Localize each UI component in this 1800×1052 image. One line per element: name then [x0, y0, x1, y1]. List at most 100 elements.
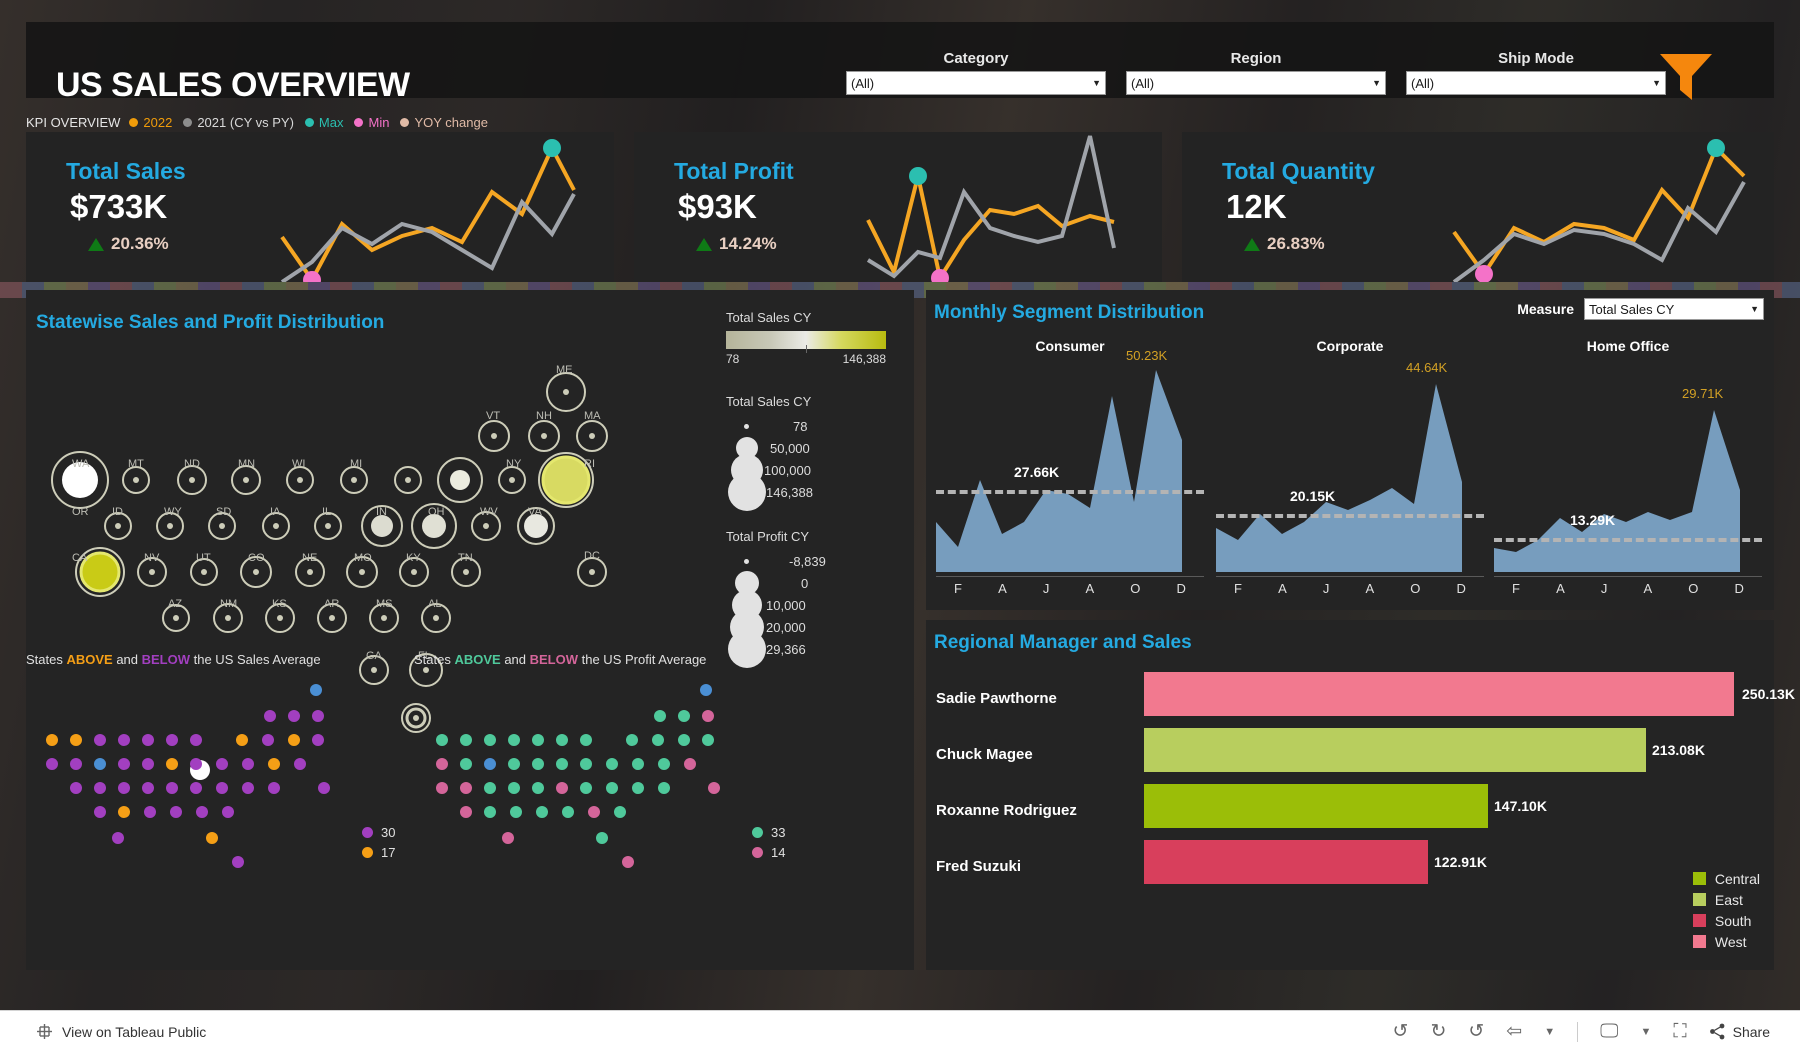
sales-dot-legend: 30 17 [362, 822, 395, 862]
state-label-ma: MA [584, 410, 601, 422]
segment-peak-label: 50.23K [1126, 348, 1168, 363]
filter-ship-mode-label: Ship Mode [1498, 50, 1574, 67]
monthly-segment-panel: Monthly Segment Distribution Measure Tot… [926, 290, 1774, 610]
state-label-ia: IA [270, 506, 281, 518]
sales-dot-map-svg [46, 684, 330, 868]
legend-label-yoy: YOY change [414, 114, 488, 130]
chevron-down-icon[interactable]: ▼ [1544, 1026, 1555, 1038]
revert-icon[interactable]: ↺ [1468, 1020, 1484, 1043]
trend-up-icon [696, 237, 712, 251]
legend-dot-yoy [400, 117, 410, 127]
segment-home-office[interactable]: Home Office 13.29K 29.71K F A J A O D [1494, 338, 1762, 596]
size-legend-row: 146,388 [726, 473, 906, 511]
caption-mid: and [500, 652, 530, 667]
state-label-in: IN [376, 506, 387, 518]
kpi-title: Total Quantity [1222, 158, 1375, 184]
redo-icon[interactable]: ↻ [1430, 1020, 1446, 1043]
regional-manager-panel: Regional Manager and Sales Sadie Pawthor… [926, 620, 1795, 970]
max-point [909, 167, 927, 185]
month-tick: O [1410, 581, 1421, 596]
legend-label: Central [1714, 870, 1760, 887]
month-axis: F A J A O D [1494, 576, 1762, 596]
legend-row: 33 [752, 822, 785, 842]
toolbar-divider [1577, 1021, 1579, 1042]
profit-average-dot-map[interactable]: 33 14 [422, 672, 792, 902]
average-reference-line [1216, 514, 1484, 518]
dashboard-header: US SALES OVERVIEW Category (All) ▼ Regio… [26, 22, 1774, 104]
refresh-icon[interactable]: ⇦ [1506, 1020, 1522, 1043]
legend-row: South [1692, 910, 1760, 931]
kpi-card-total-quantity[interactable]: Total Quantity 12K 26.83% [1182, 132, 1774, 282]
legend-dot-2022 [129, 117, 139, 127]
filter-category-select[interactable]: (All) ▼ [846, 71, 1106, 95]
size-legend-row: 78 [726, 415, 906, 437]
kpi-value: $733K [70, 188, 168, 225]
state-label-ga: GA [366, 650, 382, 662]
device-icon[interactable]: 🖵 [1600, 1021, 1618, 1043]
month-tick: D [1734, 581, 1744, 596]
state-label-az: AZ [168, 598, 183, 610]
view-label: View on Tableau Public [62, 1023, 207, 1040]
segment-panel-title: Monthly Segment Distribution [934, 302, 1205, 323]
state-label-co: CO [248, 552, 265, 564]
average-reference-line [936, 490, 1204, 494]
month-tick: D [1456, 581, 1466, 596]
segment-average-label: 13.29K [1570, 512, 1616, 528]
sales-average-dot-map[interactable]: 30 17 [32, 672, 402, 902]
measure-select[interactable]: Total Sales CY ▼ [1584, 298, 1764, 320]
color-legend-min: 78 [726, 352, 740, 366]
legend-label-2022: 2022 [143, 114, 173, 130]
state-label-mo: MO [354, 552, 372, 564]
filter-ship-mode-select[interactable]: (All) ▼ [1406, 71, 1666, 95]
month-tick: F [954, 581, 962, 596]
kpi-card-total-sales[interactable]: Total Sales $733K 20.36% [26, 132, 614, 282]
color-legend-max: 146,388 [842, 352, 886, 366]
size-legend-value: 29,366 [766, 641, 806, 657]
filter-region: Region (All) ▼ [1126, 50, 1386, 95]
state-label-wv: WV [480, 506, 498, 518]
month-tick: D [1176, 581, 1186, 596]
kpi-card-total-profit[interactable]: Total Profit $93K 14.24% [634, 132, 1162, 282]
month-tick: A [1278, 581, 1287, 596]
segment-consumer[interactable]: Consumer 27.66K 50.23K F A J A O D [936, 338, 1204, 596]
month-tick: O [1688, 581, 1699, 596]
table-row[interactable]: Roxanne Rodriguez 147.10K [936, 784, 1756, 840]
legend-label: South [1714, 912, 1752, 929]
filter-category-value: (All) [851, 75, 875, 91]
view-on-tableau-public[interactable]: View on Tableau Public [36, 1023, 206, 1040]
state-label-wa: WA [72, 458, 90, 470]
fullscreen-icon[interactable]: ⛶ [1673, 1021, 1686, 1043]
share-button[interactable]: Share [1709, 1023, 1770, 1040]
legend-dot-above [752, 826, 763, 838]
color-legend-gradient [726, 331, 886, 353]
table-row[interactable]: Sadie Pawthorne 250.13K [936, 672, 1795, 728]
state-label-nm: NM [220, 598, 238, 610]
profit-dot-map-svg [436, 684, 720, 868]
swatch-central [1692, 872, 1706, 885]
month-tick: A [1556, 581, 1565, 596]
legend-row: 14 [752, 842, 785, 862]
chevron-down-icon[interactable]: ▼ [1640, 1026, 1651, 1038]
chevron-down-icon: ▼ [1372, 78, 1381, 88]
undo-icon[interactable]: ↺ [1393, 1020, 1409, 1043]
table-row[interactable]: Chuck Magee 213.08K [936, 728, 1756, 784]
segment-name: Corporate [1316, 338, 1384, 354]
month-axis: F A J A O D [936, 576, 1204, 596]
filter-region-label: Region [1230, 50, 1282, 67]
state-label-wy: WY [164, 506, 182, 518]
month-tick: A [1085, 581, 1095, 596]
legend-row: East [1692, 889, 1760, 910]
filter-region-select[interactable]: (All) ▼ [1126, 71, 1386, 95]
funnel-icon[interactable] [1658, 50, 1714, 102]
legend-label-min: Min [368, 114, 390, 130]
legend-row: West [1692, 931, 1760, 952]
table-row[interactable]: Fred Suzuki 122.91K [936, 840, 1756, 896]
profit-dot-legend: 33 14 [752, 822, 785, 862]
max-point [1707, 139, 1725, 157]
filter-ship-mode-value: (All) [1411, 75, 1435, 91]
sparkline-total-quantity [1452, 139, 1746, 282]
month-tick: J [1600, 581, 1608, 596]
state-label-ca: CA [72, 552, 88, 564]
segment-corporate[interactable]: Corporate 20.15K 44.64K F A J A O D [1216, 338, 1484, 596]
month-axis: F A J A O D [1216, 576, 1484, 596]
